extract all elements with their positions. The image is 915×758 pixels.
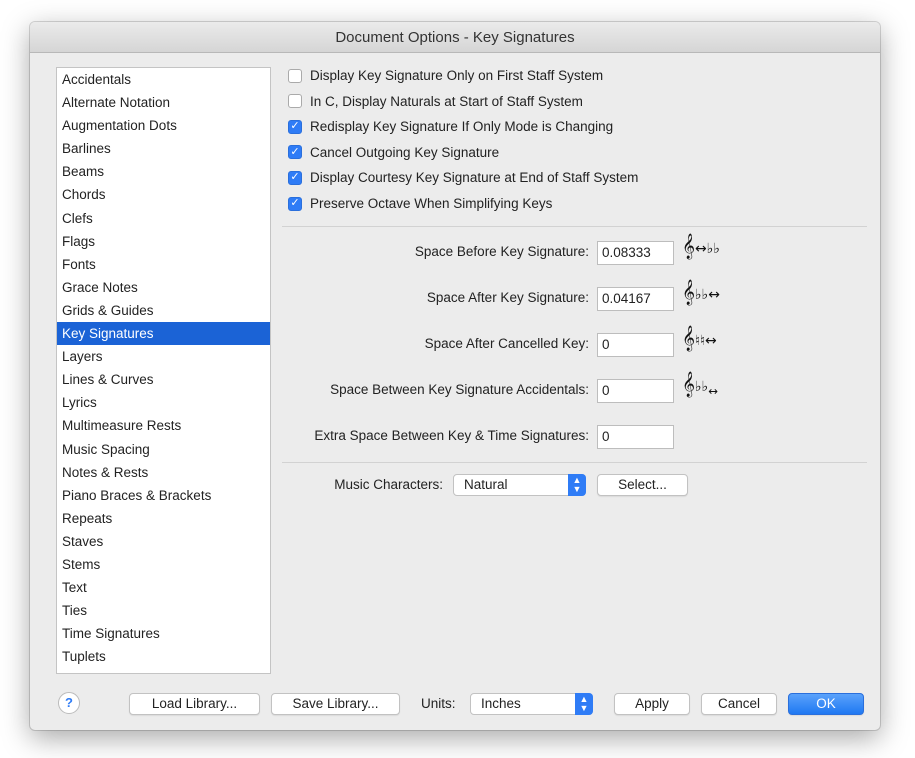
treble-clef-space-flats-icon: 𝄞↔♭♭ [682,234,720,259]
checkbox-label: Preserve Octave When Simplifying Keys [310,196,553,211]
music-characters-value: Natural [464,477,508,492]
sidebar-item-key-signatures[interactable]: Key Signatures [57,322,270,346]
select-music-characters-button[interactable]: Select... [597,474,688,496]
apply-button[interactable]: Apply [614,693,690,715]
checkbox-label: Cancel Outgoing Key Signature [310,144,500,160]
checkbox-row[interactable]: ✓ Preserve Octave When Simplifying Keys [288,196,552,211]
field-input[interactable]: 0 [597,425,674,449]
checkbox-label: Display Courtesy Key Signature at End of… [310,170,639,186]
sidebar-item-time-signatures[interactable]: Time Signatures [57,622,270,645]
field-input[interactable]: 0.04167 [597,287,674,311]
field-input[interactable]: 0.08333 [597,241,674,265]
checkbox[interactable]: ✓ [288,145,302,160]
load-library-button[interactable]: Load Library... [129,693,260,715]
checkbox-row[interactable]: Display Key Signature Only on First Staf… [288,68,603,83]
sidebar-item-music-spacing[interactable]: Music Spacing [57,438,270,461]
ok-button[interactable]: OK [788,693,864,715]
field-input[interactable]: 0 [597,333,674,357]
sidebar-item-flags[interactable]: Flags [57,230,270,253]
category-list[interactable]: Accidentals Alternate Notation Augmentatio… [56,67,271,674]
sidebar-item-grids-guides[interactable]: Grids & Guides [57,299,270,322]
sidebar-item-stems[interactable]: Stems [57,553,270,576]
sidebar-item-clefs[interactable]: Clefs [57,207,270,230]
sidebar-item-ties[interactable]: Ties [57,599,270,622]
sidebar-item-grace-notes[interactable]: Grace Notes [57,276,270,299]
music-characters-label: Music Characters: [334,477,443,492]
field-input[interactable]: 0 [597,379,674,403]
treble-clef-flats-between-icon: 𝄞♭♭↔ [682,372,719,398]
checkbox[interactable] [288,68,302,83]
save-library-button[interactable]: Save Library... [271,693,400,715]
sidebar-item-alternate-notation[interactable]: Alternate Notation [57,91,270,114]
checkbox-row[interactable]: ✓ Display Courtesy Key Signature at End o… [288,170,638,185]
sidebar-item-augmentation-dots[interactable]: Augmentation Dots [57,114,270,137]
checkbox-row[interactable]: ✓ Redisplay Key Signature If Only Mode is… [288,119,613,134]
field-label: Space After Cancelled Key: [424,336,589,351]
sidebar-item-lyrics[interactable]: Lyrics [57,391,270,414]
checkbox[interactable]: ✓ [288,196,302,211]
units-select[interactable]: Inches ▲ ▼ [470,693,593,715]
sidebar-item-beams[interactable]: Beams [57,160,270,183]
chevron-updown-icon: ▲ ▼ [575,693,593,715]
window-title: Document Options - Key Signatures [30,22,880,53]
chevron-updown-icon: ▲ ▼ [568,474,586,496]
help-button[interactable]: ? [58,692,80,714]
divider [282,462,867,463]
field-label: Space Before Key Signature: [414,244,589,259]
sidebar-item-layers[interactable]: Layers [57,345,270,368]
sidebar-item-text[interactable]: Text [57,576,270,599]
sidebar-item-tuplets[interactable]: Tuplets [57,645,270,668]
checkbox-label: Redisplay Key Signature If Only Mode is … [310,119,614,135]
sidebar-item-fonts[interactable]: Fonts [57,253,270,276]
sidebar-item-notes-rests[interactable]: Notes & Rests [57,461,270,484]
sidebar-item-multimeasure-rests[interactable]: Multimeasure Rests [57,414,270,437]
field-label: Extra Space Between Key & Time Signature… [314,428,589,443]
music-characters-select[interactable]: Natural ▲ ▼ [453,474,586,496]
sidebar-item-chords[interactable]: Chords [57,183,270,206]
checkbox[interactable]: ✓ [288,170,302,185]
units-label: Units: [421,696,456,711]
checkbox-row[interactable]: ✓ Cancel Outgoing Key Signature [288,145,499,160]
checkbox[interactable]: ✓ [288,119,302,134]
sidebar-item-staves[interactable]: Staves [57,530,270,553]
checkbox-row[interactable]: In C, Display Naturals at Start of Staff… [288,94,583,109]
field-label: Space After Key Signature: [426,290,589,305]
divider [282,226,867,227]
cancel-button[interactable]: Cancel [701,693,777,715]
checkbox-label: In C, Display Naturals at Start of Staff… [310,93,583,109]
treble-clef-naturals-space-icon: 𝄞♮♮↔ [682,326,717,351]
sidebar-item-barlines[interactable]: Barlines [57,137,270,160]
field-label: Space Between Key Signature Accidentals: [330,382,589,397]
sidebar-item-accidentals[interactable]: Accidentals [57,68,270,91]
sidebar-item-repeats[interactable]: Repeats [57,507,270,530]
sidebar-item-lines-curves[interactable]: Lines & Curves [57,368,270,391]
document-options-dialog: Document Options - Key Signatures Accide… [30,22,880,730]
treble-clef-flats-space-icon: 𝄞♭♭↔ [682,280,720,305]
checkbox[interactable] [288,94,302,109]
sidebar-item-piano-braces-brackets[interactable]: Piano Braces & Brackets [57,484,270,507]
checkbox-label: Display Key Signature Only on First Staf… [310,68,604,83]
units-value: Inches [481,696,521,711]
